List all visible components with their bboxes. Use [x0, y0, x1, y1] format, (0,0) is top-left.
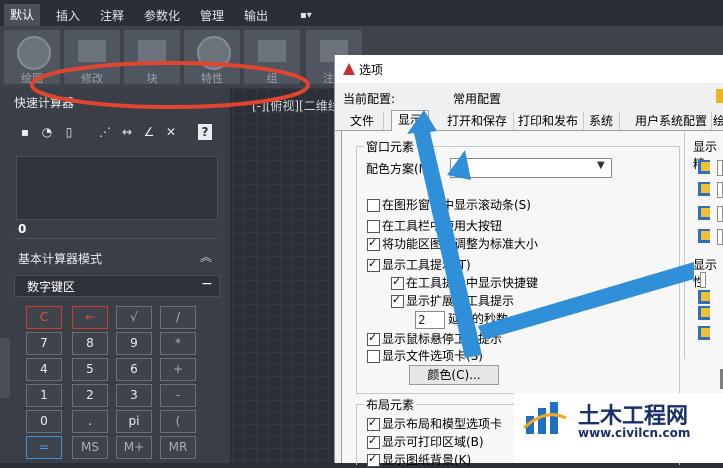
watermark-url: www.civilcn.com: [578, 426, 691, 440]
highlight-ellipse: [30, 61, 310, 109]
arrow-to-color-scheme: [478, 262, 694, 340]
arrowhead: [447, 150, 471, 180]
arrow-to-display-tab: [407, 110, 482, 358]
civilcn-logo-icon: [522, 402, 567, 434]
